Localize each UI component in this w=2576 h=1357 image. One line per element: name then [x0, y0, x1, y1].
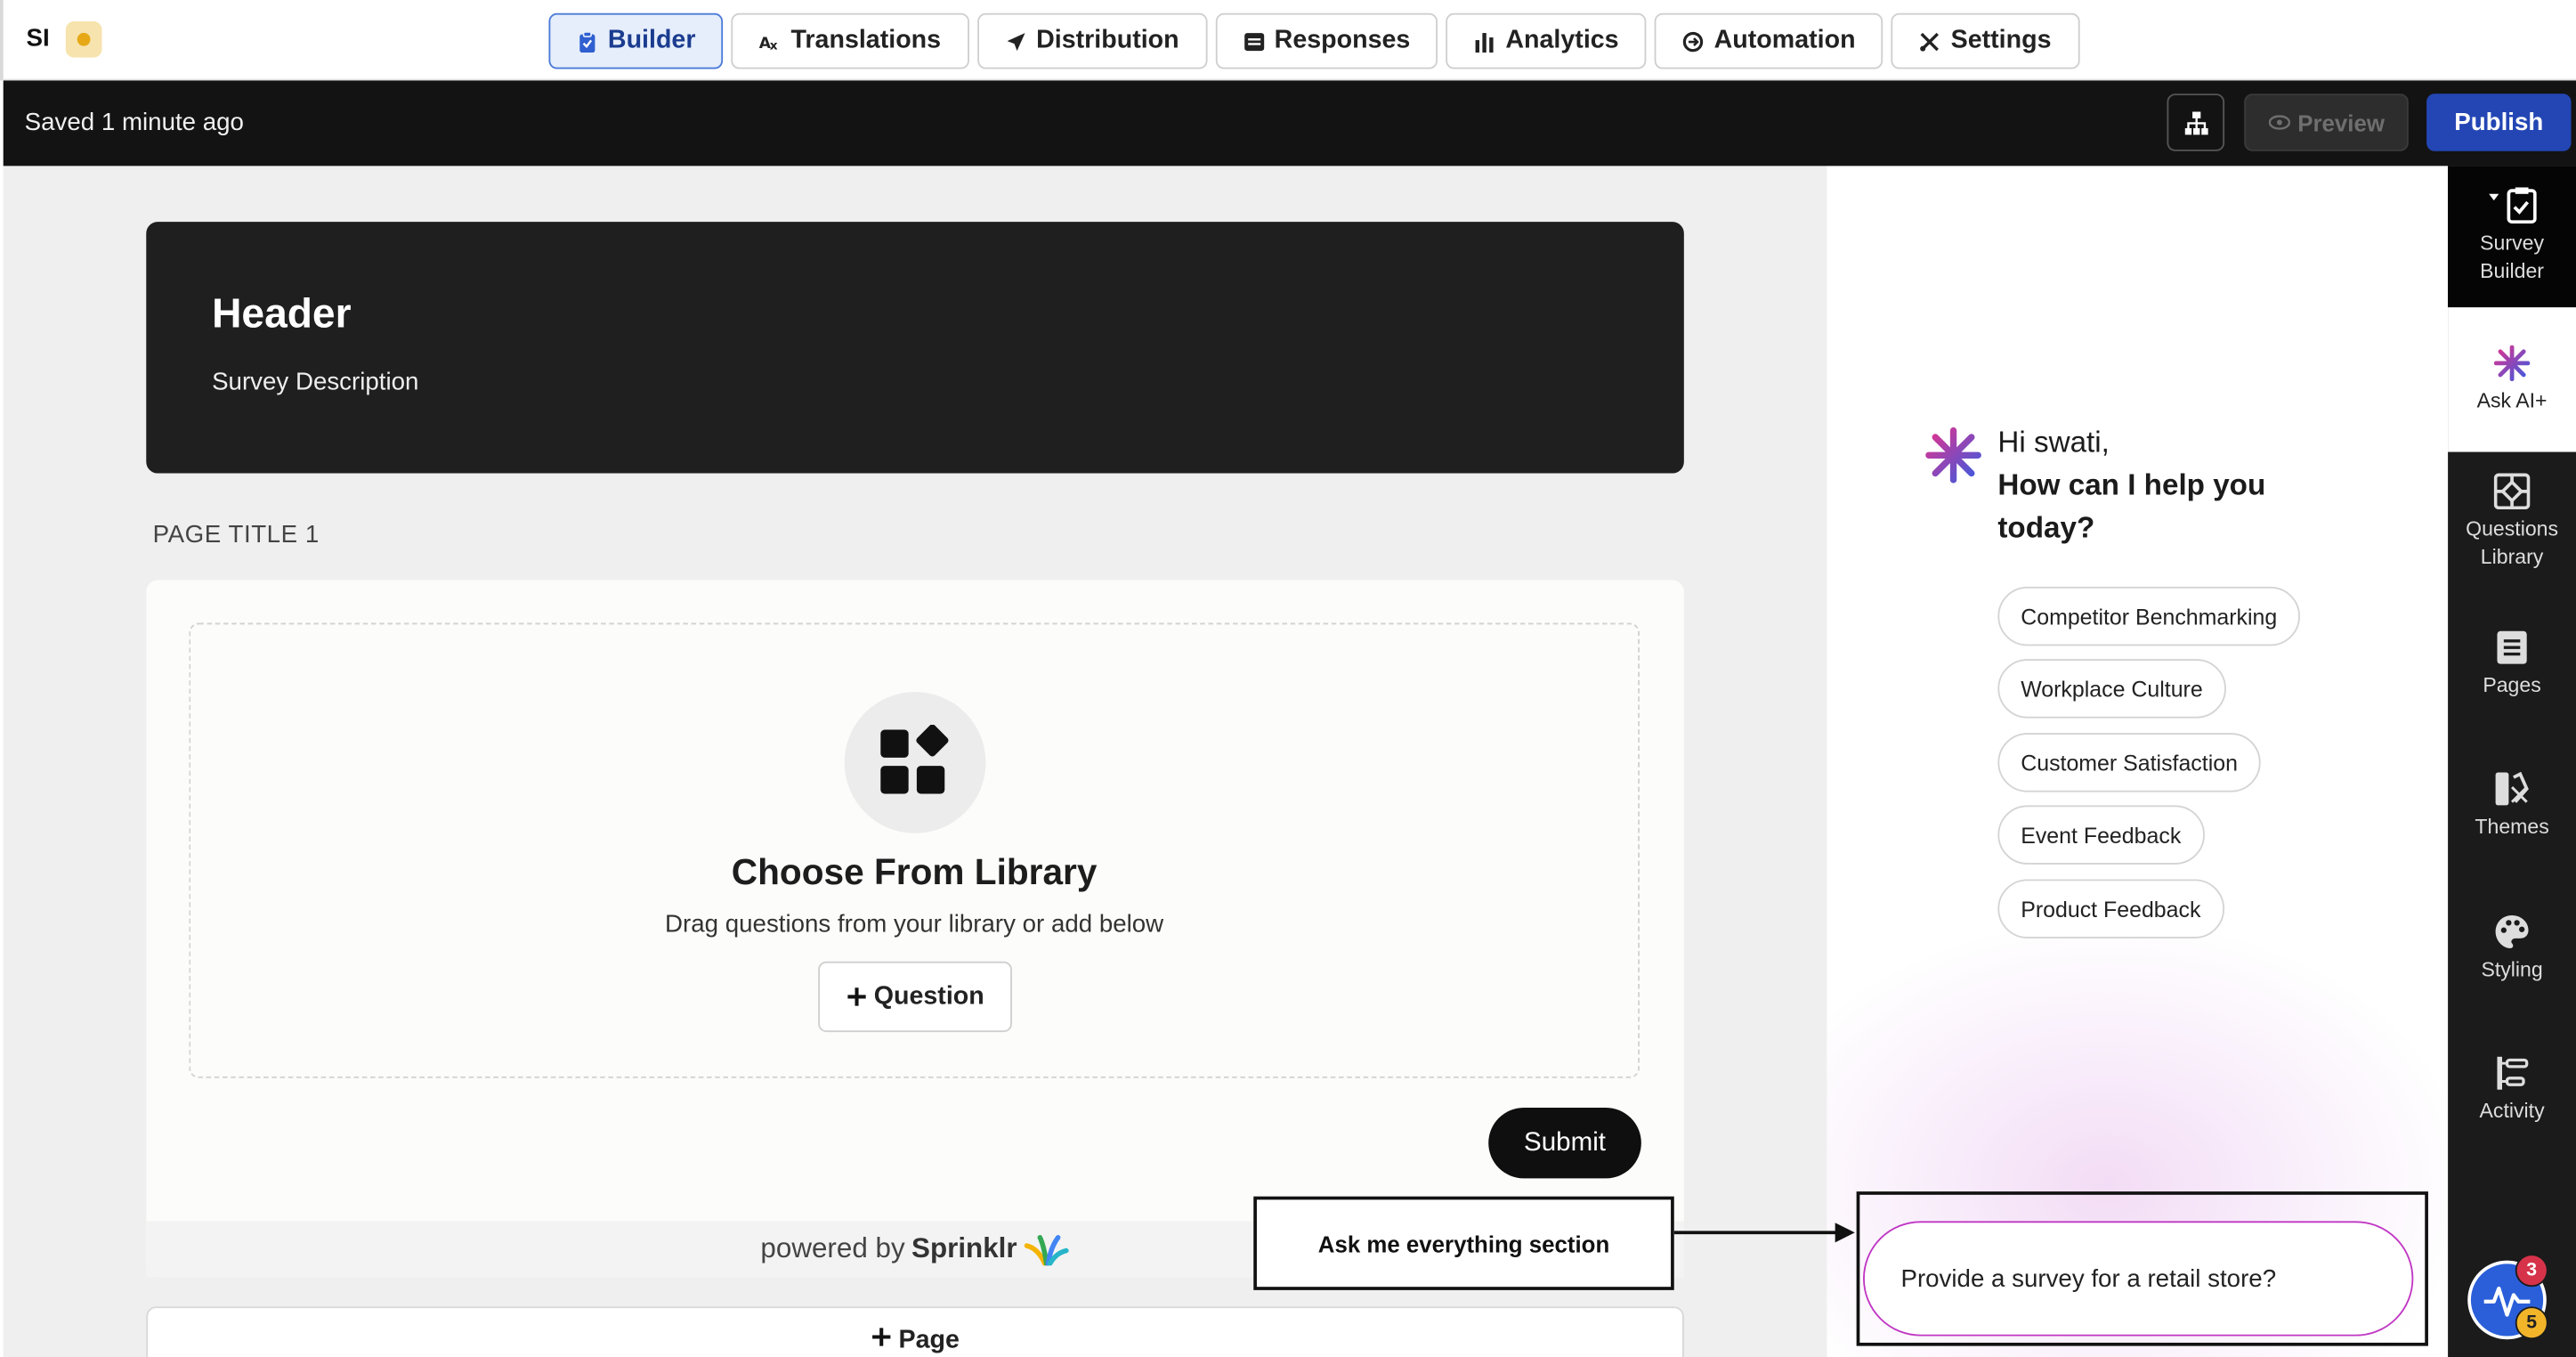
- clipboard-check-icon: [2489, 187, 2537, 224]
- tab-distribution[interactable]: Distribution: [976, 12, 1208, 69]
- page-title[interactable]: PAGE TITLE 1: [153, 521, 320, 548]
- app-root: SI Builder Ax Translations Distribution …: [0, 0, 2576, 1357]
- tab-responses[interactable]: Responses: [1215, 12, 1438, 69]
- survey-header-card[interactable]: Header Survey Description: [146, 222, 1684, 474]
- tab-analytics[interactable]: Analytics: [1446, 12, 1647, 69]
- powered-by-text: powered by: [760, 1232, 905, 1264]
- svg-text:x: x: [770, 38, 778, 52]
- annotation-callout: Ask me everything section: [1253, 1196, 1674, 1290]
- notification-badge: 5: [2515, 1306, 2548, 1340]
- tab-label: Builder: [607, 26, 696, 54]
- ai-question: How can I help you today?: [1997, 468, 2266, 544]
- sitemap-icon: [2183, 110, 2207, 134]
- ai-greeting: Hi swati,: [1997, 426, 2110, 459]
- library-title: Choose From Library: [731, 851, 1098, 893]
- rail-item-activity[interactable]: Activity: [2448, 1055, 2576, 1125]
- tab-automation[interactable]: Automation: [1655, 12, 1883, 69]
- rail-item-questions-library[interactable]: Questions Library: [2448, 473, 2576, 573]
- survey-page-card: Choose From Library Drag questions from …: [146, 580, 1684, 1278]
- automation-icon: [1683, 30, 1704, 52]
- suggestion-chip[interactable]: Competitor Benchmarking: [1997, 586, 2301, 646]
- editor-toolbar: Saved 1 minute ago Preview Publish: [3, 80, 2576, 167]
- ai-greeting-block: Hi swati, How can I help you today?: [1997, 420, 2326, 548]
- eye-icon: [2268, 115, 2290, 130]
- add-page-button[interactable]: Page: [146, 1306, 1684, 1357]
- add-question-button[interactable]: Question: [818, 961, 1012, 1033]
- top-nav-bar: SI Builder Ax Translations Distribution …: [0, 0, 2576, 81]
- rail-item-pages[interactable]: Pages: [2448, 630, 2576, 700]
- rail-item-ask-ai[interactable]: Ask AI+: [2448, 345, 2576, 416]
- widgets-icon: [880, 724, 949, 794]
- annotation-arrow-icon: [1673, 1223, 1855, 1243]
- survey-canvas: Header Survey Description PAGE TITLE 1 C…: [3, 166, 1827, 1357]
- tab-label: Automation: [1713, 26, 1856, 54]
- suggestion-chip[interactable]: Customer Satisfaction: [1997, 733, 2261, 792]
- clipboard-icon: [579, 30, 595, 53]
- tools-icon: [1920, 31, 1940, 51]
- send-icon: [1007, 32, 1025, 51]
- tab-label: Analytics: [1505, 26, 1619, 54]
- library-icon: [2493, 473, 2531, 510]
- rail-label: Ask AI+: [2476, 389, 2548, 413]
- suggestion-chip[interactable]: Product Feedback: [1997, 879, 2224, 939]
- tab-settings[interactable]: Settings: [1891, 12, 2079, 69]
- rail-label: Pages: [2483, 673, 2541, 697]
- rail-item-survey-builder[interactable]: Survey Builder: [2448, 187, 2576, 286]
- rail-label: Activity: [2479, 1099, 2545, 1123]
- rail-label: Themes: [2475, 815, 2549, 839]
- preview-button[interactable]: Preview: [2244, 93, 2409, 151]
- rail-label: Styling: [2481, 958, 2543, 981]
- status-dot-icon: [65, 20, 102, 58]
- sparkle-icon: [2493, 345, 2531, 382]
- list-icon: [1243, 32, 1264, 51]
- rail-label: Survey Builder: [2480, 232, 2544, 283]
- ai-sparkle-icon: [1925, 427, 1981, 483]
- add-question-label: Question: [873, 981, 984, 1011]
- plus-icon: [872, 1328, 891, 1346]
- translate-icon: Ax: [759, 34, 778, 52]
- themes-icon: [2495, 771, 2529, 806]
- plus-icon: [847, 987, 866, 1006]
- rail-item-styling[interactable]: Styling: [2448, 914, 2576, 984]
- sprinklr-logo-icon: [1024, 1235, 1069, 1266]
- preview-label: Preview: [2297, 109, 2385, 136]
- tab-label: Distribution: [1036, 26, 1179, 54]
- suggestion-chip[interactable]: Workplace Culture: [1997, 659, 2226, 719]
- survey-header-title[interactable]: Header: [212, 291, 351, 339]
- powered-by-brand: Sprinklr: [911, 1232, 1017, 1264]
- survey-flow-button[interactable]: [2167, 93, 2225, 151]
- ask-ai-input[interactable]: Provide a survey for a retail store?: [1863, 1221, 2414, 1337]
- tab-label: Translations: [790, 26, 942, 54]
- save-status: Saved 1 minute ago: [24, 108, 244, 137]
- tab-bar: Builder Ax Translations Distribution Res…: [548, 12, 2079, 69]
- question-dropzone[interactable]: Choose From Library Drag questions from …: [189, 622, 1640, 1078]
- notification-badge: 3: [2515, 1254, 2548, 1288]
- suggestion-chip[interactable]: Event Feedback: [1997, 805, 2205, 865]
- survey-description[interactable]: Survey Description: [212, 368, 418, 395]
- add-page-label: Page: [898, 1326, 960, 1354]
- ask-ai-panel: Hi swati, How can I help you today? Comp…: [1827, 166, 2449, 1357]
- brand-initials: SI: [26, 24, 50, 53]
- palette-icon: [2495, 915, 2529, 948]
- publish-button[interactable]: Publish: [2426, 93, 2572, 151]
- submit-button[interactable]: Submit: [1488, 1108, 1641, 1179]
- activity-icon: [2497, 1056, 2529, 1090]
- pages-icon: [2497, 630, 2527, 664]
- tab-builder[interactable]: Builder: [548, 12, 724, 69]
- tab-translations[interactable]: Ax Translations: [732, 12, 969, 69]
- library-icon-circle: [844, 692, 986, 833]
- tab-label: Settings: [1950, 26, 2052, 54]
- rail-label: Questions Library: [2466, 517, 2559, 569]
- rail-item-themes[interactable]: Themes: [2448, 771, 2576, 841]
- bar-chart-icon: [1476, 32, 1495, 53]
- tab-label: Responses: [1274, 26, 1411, 54]
- library-subtitle: Drag questions from your library or add …: [665, 910, 1164, 939]
